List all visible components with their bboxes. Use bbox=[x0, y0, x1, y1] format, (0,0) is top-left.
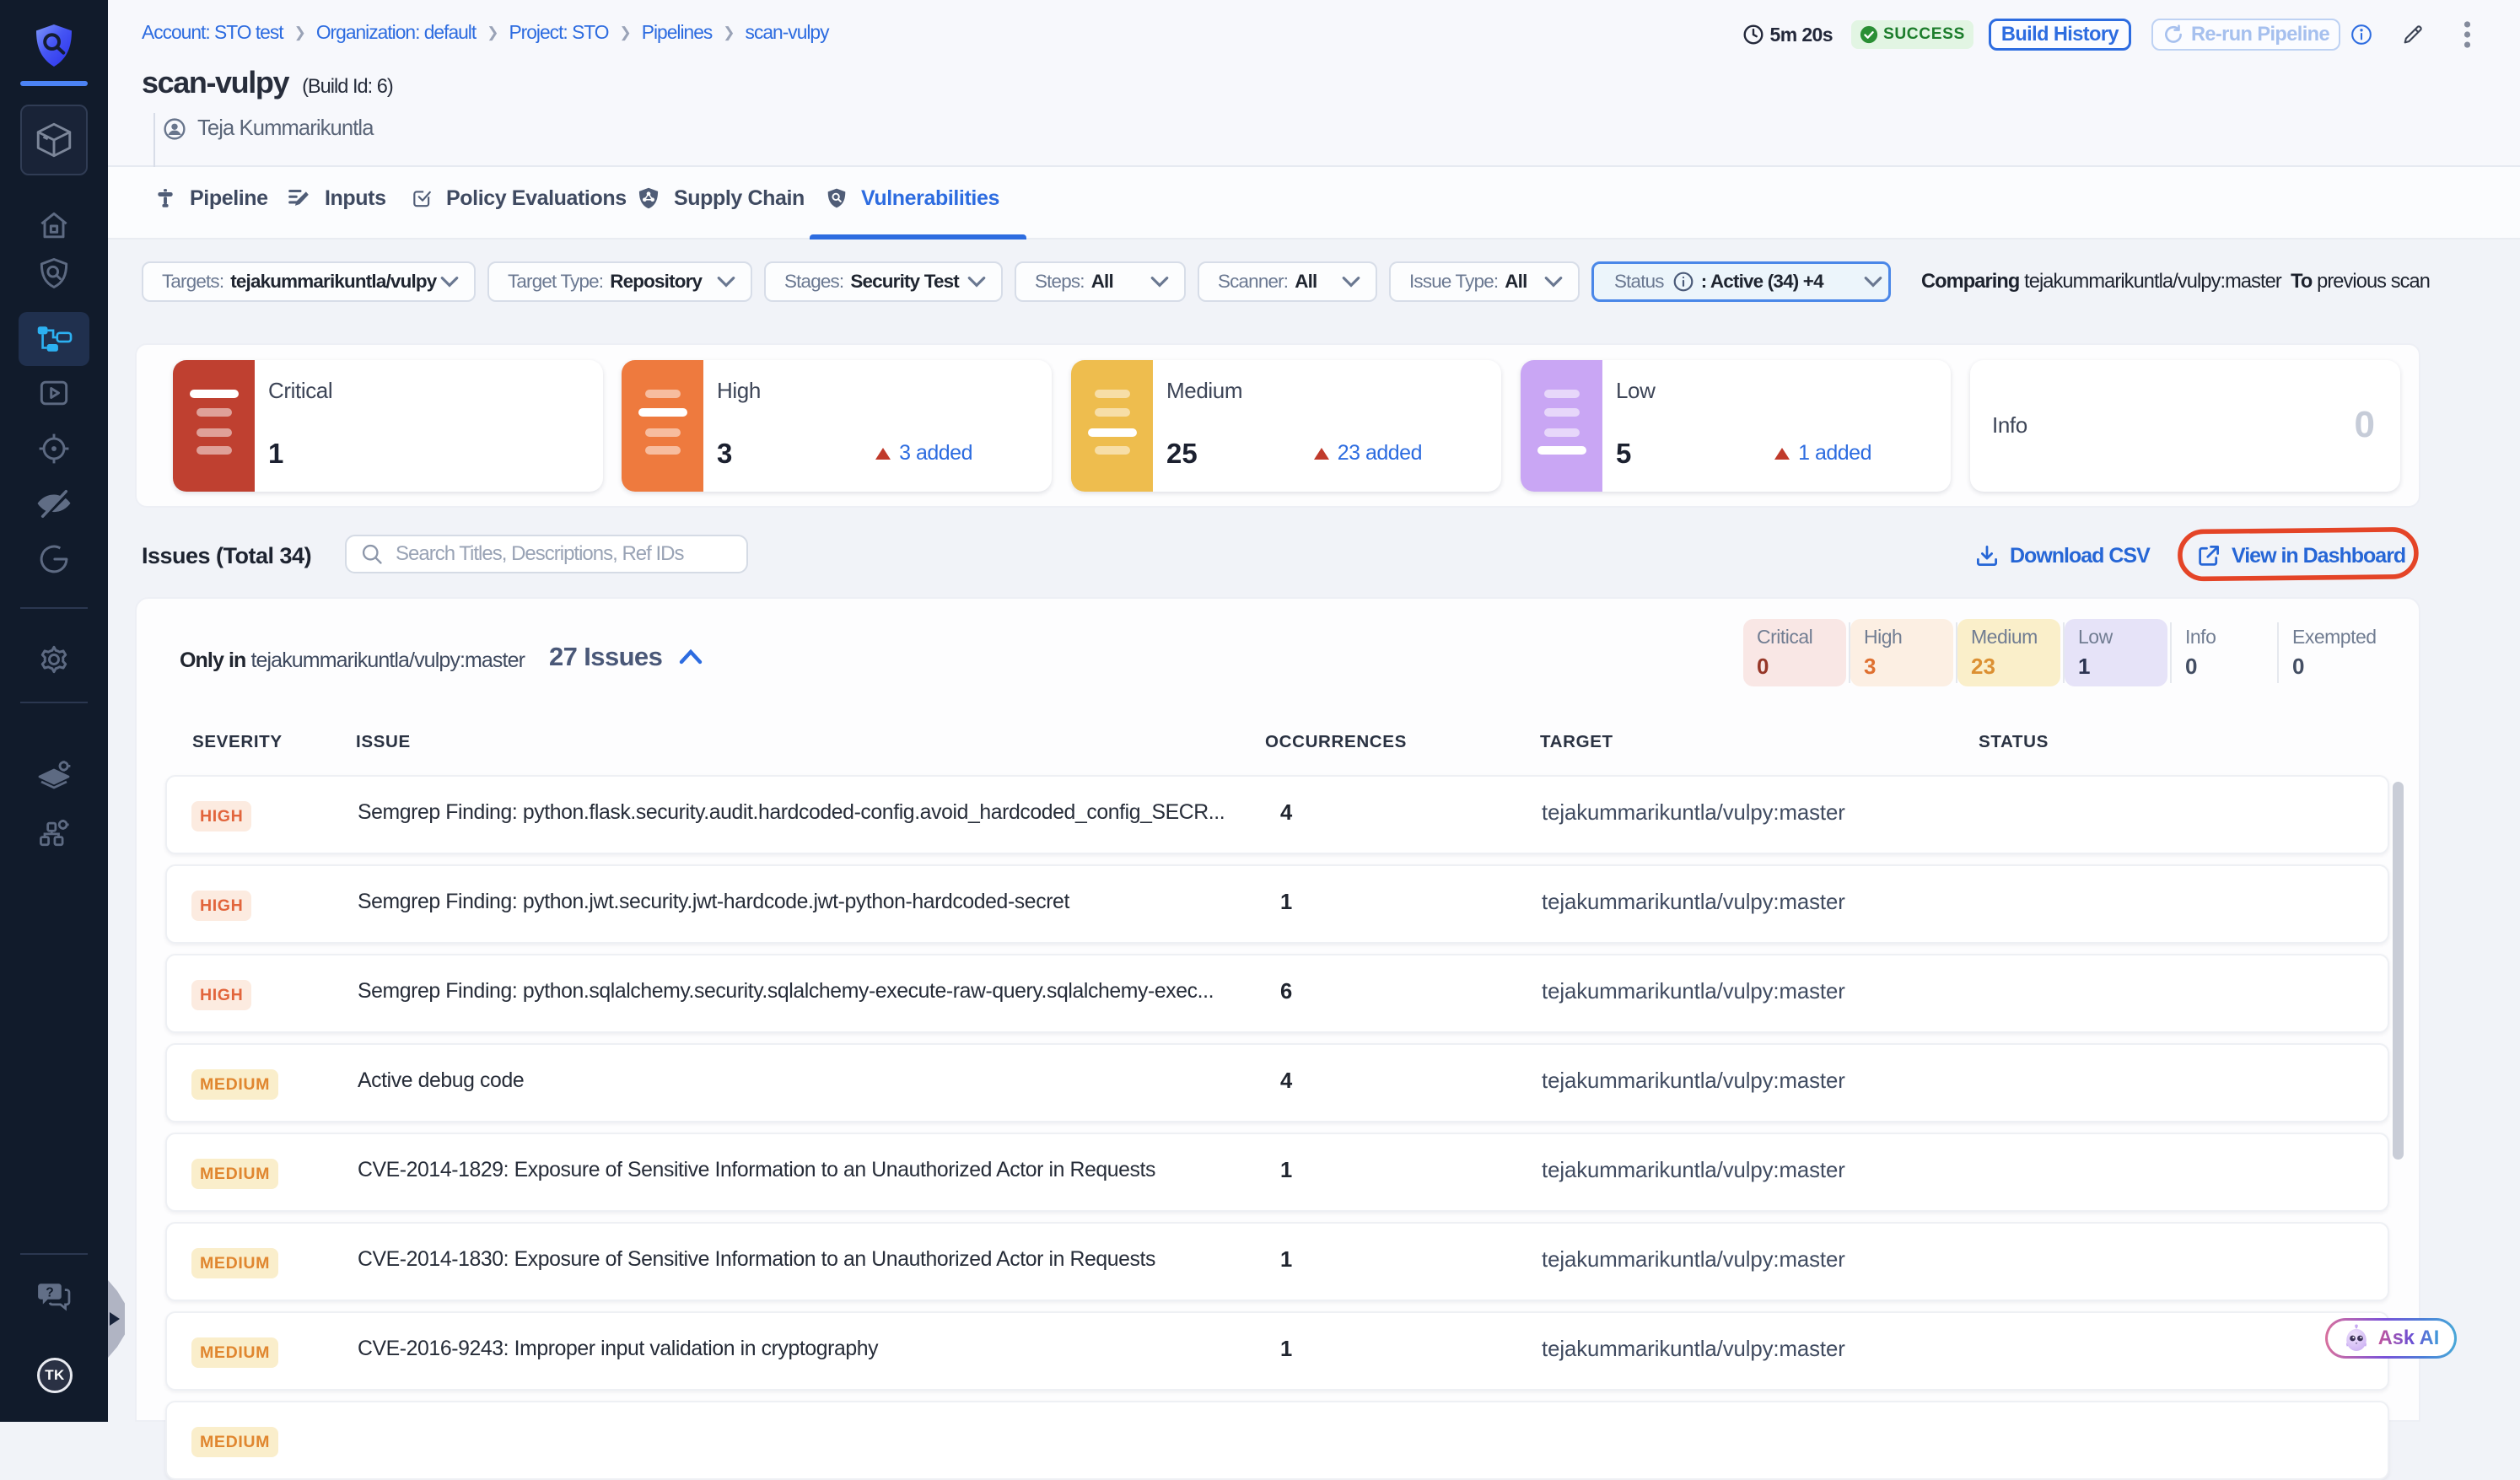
svg-text:?: ? bbox=[46, 1286, 54, 1300]
